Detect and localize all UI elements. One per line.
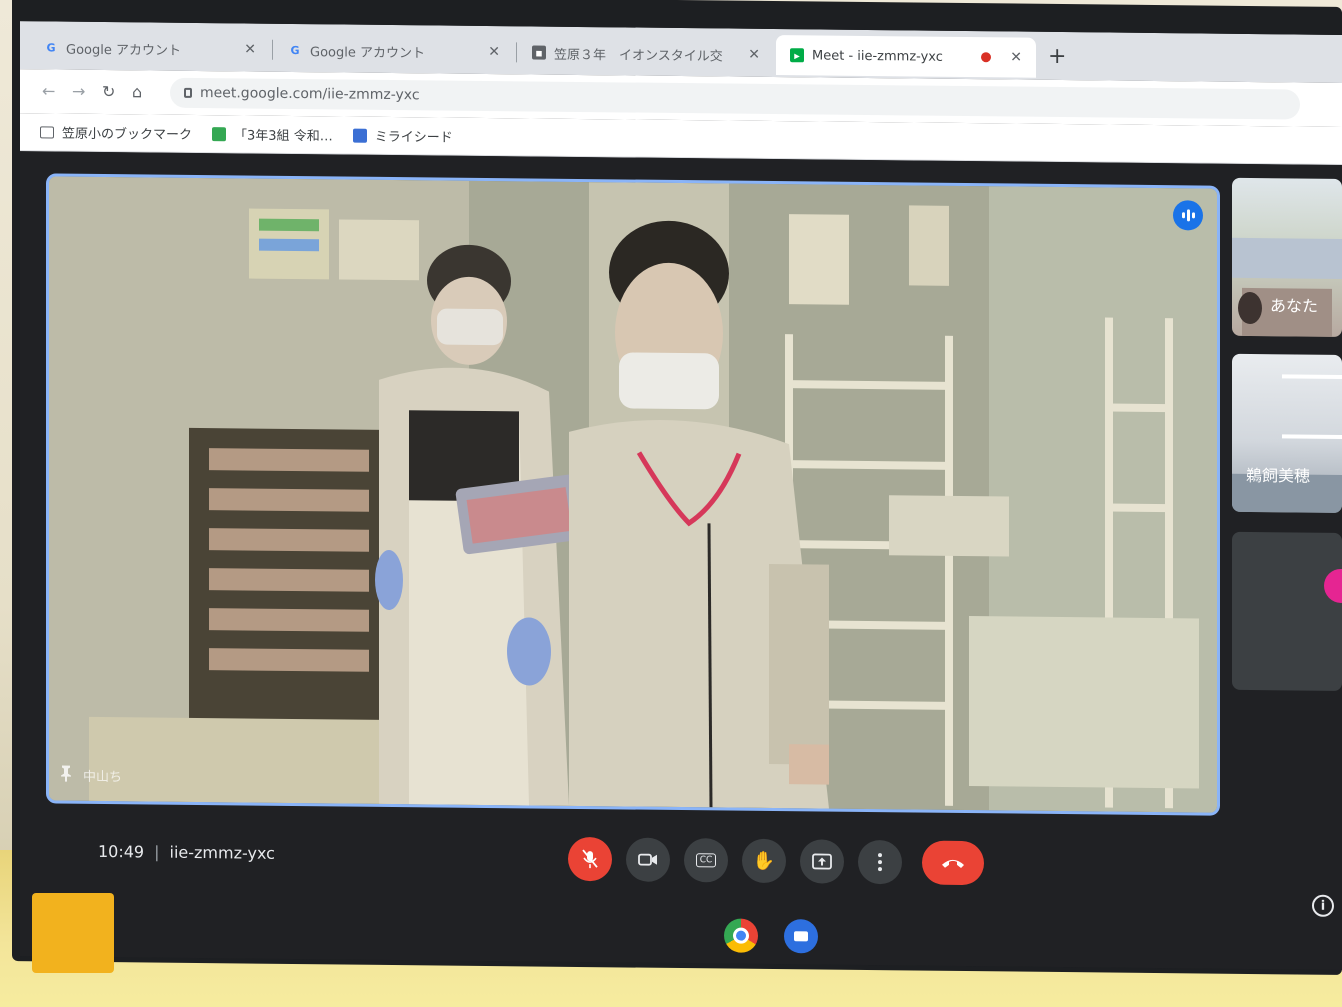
recording-dot-icon xyxy=(980,52,991,63)
close-icon[interactable]: ✕ xyxy=(488,44,500,60)
close-icon[interactable]: ✕ xyxy=(1010,49,1022,65)
meeting-code: iie-zmmz-yxc xyxy=(169,842,275,863)
meet-icon: ▸ xyxy=(790,48,804,63)
separator: | xyxy=(154,842,160,862)
info-icon: i xyxy=(1320,898,1326,914)
bookmark-label: 「3年3組 令和… xyxy=(234,128,333,145)
address-bar[interactable]: meet.google.com/iie-zmmz-yxc xyxy=(170,77,1300,120)
main-video-tile[interactable]: 中山ち xyxy=(46,173,1220,816)
call-controls: CC ✋ xyxy=(568,836,984,886)
app-icon xyxy=(352,128,367,143)
tab-classroom[interactable]: ▪ 笠原３年 イオンスタイル交 ✕ xyxy=(518,32,774,75)
mic-off-button[interactable] xyxy=(568,836,612,882)
chrome-app-icon[interactable] xyxy=(724,918,758,953)
participant-name: あなた xyxy=(1270,296,1319,316)
lock-icon xyxy=(184,87,192,98)
participant-tile[interactable]: 鵜飼美穂 xyxy=(1232,353,1342,513)
reload-icon[interactable]: ↻ xyxy=(102,82,115,101)
bookmark-classroom[interactable]: 「3年3組 令和… xyxy=(212,124,333,144)
meeting-details-button[interactable]: i xyxy=(1312,894,1334,917)
main-tile-participant-name: 中山ち xyxy=(83,769,123,786)
tab-label: Meet - iie-zmmz-yxc xyxy=(812,47,943,65)
mic-off-icon xyxy=(582,849,598,869)
meet-area: 中山ち あなた 鵜飼美穂 10:49 | iie-zmmz-yxc CC ✋ i xyxy=(20,151,1342,970)
tab-divider xyxy=(272,39,273,60)
bookmark-label: 笠原小のブックマーク xyxy=(62,126,193,143)
google-g-icon: G xyxy=(290,43,300,57)
participant-video xyxy=(1232,374,1342,513)
screen: G Google アカウント ✕ G Google アカウント ✕ ▪ 笠原３年… xyxy=(20,21,1342,970)
tab-google-account-1[interactable]: G Google アカウント ✕ xyxy=(30,27,270,70)
present-button[interactable] xyxy=(800,839,844,884)
hand-icon: ✋ xyxy=(752,850,776,872)
folder-icon xyxy=(40,125,54,138)
present-icon xyxy=(812,853,832,870)
avatar xyxy=(1324,568,1342,604)
hang-up-icon xyxy=(942,859,964,868)
google-g-icon: G xyxy=(46,40,56,54)
bookmark-folder[interactable]: 笠原小のブックマーク xyxy=(40,122,192,143)
close-icon[interactable]: ✕ xyxy=(244,41,256,57)
forward-arrow-icon[interactable]: → xyxy=(72,82,85,101)
bookmark-label: ミライシード xyxy=(374,129,453,146)
captions-icon: CC xyxy=(695,853,717,868)
tab-divider xyxy=(516,42,517,63)
end-call-button[interactable] xyxy=(922,840,984,886)
participant-name: 鵜飼美穂 xyxy=(1246,465,1311,486)
clock-time: 10:49 xyxy=(98,841,145,862)
video-feed xyxy=(49,176,1217,813)
url-text: meet.google.com/iie-zmmz-yxc xyxy=(200,85,420,104)
tab-label: Google アカウント xyxy=(66,42,181,59)
meet-app-icon[interactable] xyxy=(784,919,818,954)
participant-tile[interactable]: あなた xyxy=(1232,177,1342,337)
tab-label: 笠原３年 イオンスタイル交 xyxy=(554,47,723,64)
more-options-button[interactable] xyxy=(858,839,902,885)
bookmark-miraiseed[interactable]: ミライシード xyxy=(352,126,453,146)
meeting-info: 10:49 | iie-zmmz-yxc xyxy=(98,842,275,863)
camera-button[interactable] xyxy=(626,837,670,882)
raise-hand-button[interactable]: ✋ xyxy=(742,838,786,884)
home-icon[interactable]: ⌂ xyxy=(132,82,142,101)
new-tab-button[interactable]: + xyxy=(1048,44,1066,69)
participant-tile[interactable] xyxy=(1232,531,1342,691)
classroom-icon: ▪ xyxy=(532,45,546,60)
tab-google-account-2[interactable]: G Google アカウント ✕ xyxy=(274,30,514,73)
captions-button[interactable]: CC xyxy=(684,838,728,883)
pin-icon[interactable] xyxy=(59,765,73,783)
tab-label: Google アカウント xyxy=(310,44,425,61)
camera-icon xyxy=(638,853,657,866)
back-arrow-icon[interactable]: ← xyxy=(42,81,55,100)
close-icon[interactable]: ✕ xyxy=(748,47,760,63)
sticky-note xyxy=(32,893,114,973)
monitor: G Google アカウント ✕ G Google アカウント ✕ ▪ 笠原３年… xyxy=(12,0,1342,975)
speaking-indicator-icon xyxy=(1173,200,1203,231)
classroom-icon xyxy=(212,126,227,141)
tab-meet[interactable]: ▸ Meet - iie-zmmz-yxc ✕ xyxy=(776,35,1036,78)
more-vert-icon xyxy=(878,853,882,872)
